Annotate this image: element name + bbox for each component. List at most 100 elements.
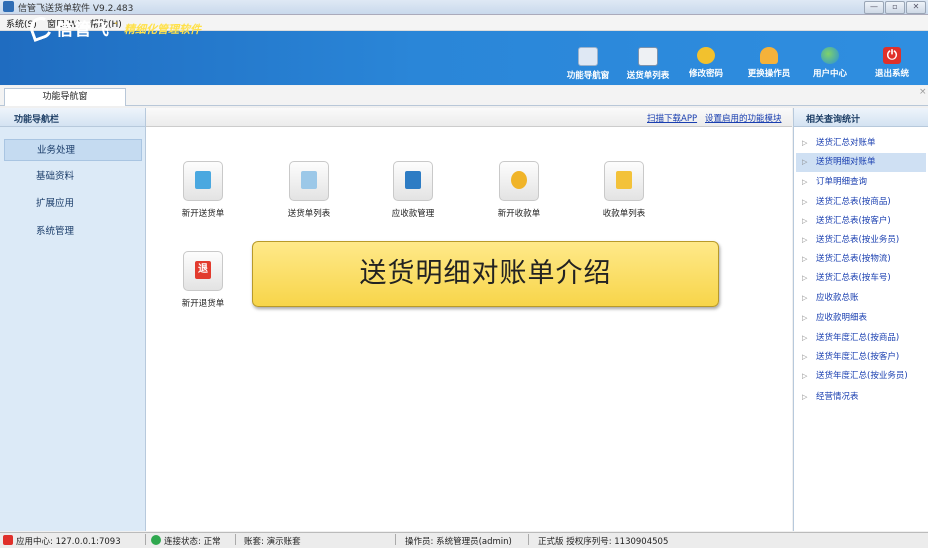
status-operator: 操作员: 系统管理员(admin)	[405, 537, 512, 547]
overlay-banner: 送货明细对账单介绍	[252, 241, 719, 307]
query-item[interactable]: ▷ 送货汇总表(按客户)	[796, 212, 926, 231]
triangle-right-icon: ▷	[802, 139, 808, 147]
toolbar-navigator-button[interactable]: 功能导航窗	[558, 47, 618, 81]
function-label: 应收款管理	[391, 209, 435, 219]
query-label: 送货年度汇总(按商品)	[816, 333, 900, 343]
new-return-button[interactable]: 退 新开退货单	[163, 251, 243, 309]
query-item[interactable]: ▷ 送货汇总表(按车号)	[796, 269, 926, 288]
minimize-button[interactable]: —	[864, 1, 884, 14]
function-tile	[393, 161, 433, 201]
toolbar-label: 功能导航窗	[566, 71, 610, 81]
query-item-selected[interactable]: ▷ 送货明细对账单	[796, 153, 926, 172]
power-icon: ⏻	[883, 47, 901, 64]
status-account: 账套: 演示账套	[244, 537, 301, 547]
sidebar-item-business[interactable]: 业务处理	[4, 139, 142, 161]
triangle-right-icon: ▷	[802, 393, 808, 401]
toolbar-switch-operator-button[interactable]: 更换操作员	[739, 47, 799, 79]
triangle-right-icon: ▷	[802, 334, 808, 342]
function-label: 新开退货单	[181, 299, 225, 309]
coin-receipt-icon	[511, 171, 527, 189]
logo-text: 信管飞	[56, 20, 110, 40]
delivery-list-button[interactable]: 送货单列表	[269, 161, 349, 219]
globe-icon	[821, 47, 839, 64]
query-label: 送货汇总表(按物流)	[816, 254, 891, 264]
triangle-right-icon: ▷	[802, 236, 808, 244]
query-label: 送货汇总对账单	[816, 138, 876, 148]
query-label: 送货汇总表(按商品)	[816, 197, 891, 207]
query-item[interactable]: ▷ 送货汇总对账单	[796, 134, 926, 153]
triangle-right-icon: ▷	[802, 255, 808, 263]
function-label: 新开收款单	[497, 209, 541, 219]
toolbar-delivery-list-button[interactable]: 送货单列表	[618, 47, 678, 81]
query-item[interactable]: ▷ 经营情况表	[796, 388, 926, 407]
query-label: 订单明细查询	[816, 177, 868, 187]
function-label: 收款单列表	[602, 209, 646, 219]
query-label: 送货明细对账单	[816, 157, 876, 167]
query-label: 送货年度汇总(按业务员)	[816, 371, 908, 381]
query-item[interactable]: ▷ 送货汇总表(按业务员)	[796, 231, 926, 250]
triangle-right-icon: ▷	[802, 294, 808, 302]
query-label: 送货汇总表(按车号)	[816, 273, 891, 283]
function-tile: 退	[183, 251, 223, 291]
triangle-right-icon: ▷	[802, 198, 808, 206]
toolbar-exit-button[interactable]: ⏻ 退出系统	[862, 47, 922, 79]
tab-strip	[0, 86, 928, 106]
query-item[interactable]: ▷ 送货年度汇总(按客户)	[796, 348, 926, 367]
status-license: 正式版 授权序列号: 1130904505	[538, 537, 669, 547]
close-button[interactable]: ✕	[906, 1, 926, 14]
status-app-center: 应用中心: 127.0.0.1:7093	[16, 537, 121, 547]
status-divider	[528, 534, 529, 545]
query-label: 经营情况表	[816, 392, 859, 402]
query-label: 应收款明细表	[816, 313, 868, 323]
triangle-right-icon: ▷	[802, 314, 808, 322]
user-icon	[760, 47, 778, 64]
toolbar-label: 用户中心	[812, 69, 847, 79]
title-bar	[0, 0, 928, 15]
query-item[interactable]: ▷ 送货年度汇总(按商品)	[796, 329, 926, 348]
query-item[interactable]: ▷ 订单明细查询	[796, 173, 926, 192]
receipt-list-button[interactable]: 收款单列表	[584, 161, 664, 219]
toolbar-user-center-button[interactable]: 用户中心	[800, 47, 860, 79]
query-item[interactable]: ▷ 送货汇总表(按物流)	[796, 250, 926, 269]
monitor-icon	[578, 47, 598, 66]
toolbar-change-password-button[interactable]: 修改密码	[676, 47, 736, 79]
status-divider	[235, 534, 236, 545]
query-item[interactable]: ▷ 送货年度汇总(按业务员)	[796, 367, 926, 386]
query-item[interactable]: ▷ 应收款总账	[796, 289, 926, 308]
sidebar-title: 功能导航栏	[14, 115, 60, 125]
status-divider	[395, 534, 396, 545]
triangle-right-icon: ▷	[802, 353, 808, 361]
new-delivery-button[interactable]: 新开送货单	[163, 161, 243, 219]
triangle-right-icon: ▷	[802, 158, 808, 166]
query-item[interactable]: ▷ 送货汇总表(按商品)	[796, 193, 926, 212]
configure-modules-link[interactable]: 设置启用的功能模块	[705, 112, 782, 124]
list-icon	[638, 47, 658, 66]
cart-doc-icon	[195, 171, 211, 189]
sidebar-item-system-admin[interactable]: 系统管理	[4, 221, 142, 243]
app-center-icon	[3, 535, 13, 545]
tab-close-icon[interactable]: ×	[919, 87, 927, 97]
function-tile	[604, 161, 644, 201]
status-connection: 连接状态: 正常	[164, 537, 221, 547]
new-receipt-button[interactable]: 新开收款单	[479, 161, 559, 219]
maximize-button[interactable]: ▫	[885, 1, 905, 14]
sidebar-item-basic-data[interactable]: 基础资料	[4, 166, 142, 188]
function-label: 送货单列表	[287, 209, 331, 219]
receivable-icon	[405, 171, 421, 189]
toolbar-label: 退出系统	[874, 69, 909, 79]
query-label: 送货汇总表(按客户)	[816, 216, 891, 226]
triangle-right-icon: ▷	[802, 217, 808, 225]
receivables-button[interactable]: 应收款管理	[373, 161, 453, 219]
window-title: 信管飞送货单软件 V9.2.483	[18, 4, 134, 14]
sidebar-item-extensions[interactable]: 扩展应用	[4, 193, 142, 215]
lock-user-icon	[697, 47, 715, 64]
status-divider	[145, 534, 146, 545]
toolbar-label: 送货单列表	[626, 71, 670, 81]
query-label: 送货汇总表(按业务员)	[816, 235, 900, 245]
download-app-link[interactable]: 扫描下载APP	[647, 112, 697, 124]
query-item[interactable]: ▷ 应收款明细表	[796, 309, 926, 328]
app-icon	[3, 1, 14, 12]
query-label: 应收款总账	[816, 293, 859, 303]
tab-navigator[interactable]: 功能导航窗	[4, 88, 126, 106]
query-label: 送货年度汇总(按客户)	[816, 352, 900, 362]
